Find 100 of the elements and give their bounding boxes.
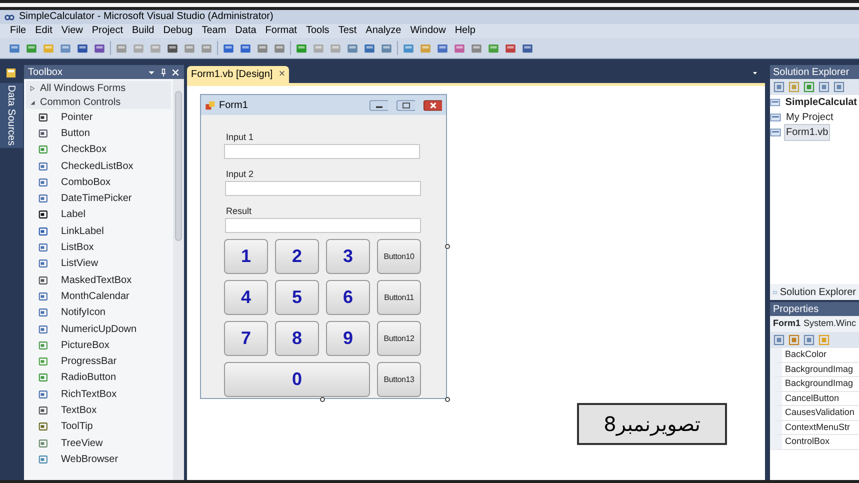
toolbar-icon bbox=[380, 42, 393, 54]
toolbox-item[interactable]: Label bbox=[61, 207, 86, 222]
toolbar-icon bbox=[222, 42, 235, 54]
property-name[interactable]: ContextMenuStr bbox=[782, 420, 850, 434]
property-name[interactable]: ControlBox bbox=[782, 435, 830, 448]
toolbar-icon bbox=[295, 42, 308, 54]
data-sources-tab[interactable]: Data Sources bbox=[0, 83, 22, 148]
property-name[interactable]: BackColor bbox=[782, 348, 827, 362]
toolbox-item[interactable]: CheckBox bbox=[61, 142, 107, 158]
file-icon bbox=[770, 112, 781, 123]
toolbox-item[interactable]: DateTimePicker bbox=[61, 191, 132, 206]
toolbox-item[interactable]: RichTextBox bbox=[61, 386, 117, 402]
property-name[interactable]: CancelButton bbox=[782, 392, 840, 405]
menu-item[interactable]: Test bbox=[338, 26, 357, 36]
menu-item[interactable]: Help bbox=[454, 26, 476, 36]
resize-handle[interactable] bbox=[445, 397, 450, 402]
property-name[interactable]: BackgroundImag bbox=[782, 362, 854, 376]
control-icon bbox=[38, 209, 49, 220]
calculator-button[interactable]: 0 bbox=[224, 362, 370, 397]
property-name[interactable]: BackgroundImag bbox=[782, 377, 854, 390]
property-name[interactable]: CausesValidation bbox=[782, 406, 854, 420]
text-input[interactable] bbox=[225, 218, 421, 233]
toolbar-icon bbox=[200, 42, 213, 54]
calculator-button[interactable]: 2 bbox=[275, 239, 319, 274]
menu-item[interactable]: Team bbox=[202, 26, 226, 36]
menu-item[interactable]: Build bbox=[132, 26, 154, 36]
menu-item[interactable]: Analyze bbox=[366, 26, 402, 36]
text-input[interactable] bbox=[225, 181, 421, 196]
toolbar-icon bbox=[419, 42, 432, 54]
toolbar-icon bbox=[59, 42, 72, 54]
text-input[interactable] bbox=[224, 144, 420, 159]
resize-handle[interactable] bbox=[445, 244, 450, 249]
expanded-arrow-icon bbox=[29, 98, 36, 106]
tree-item[interactable]: SimpleCalculat bbox=[783, 94, 859, 111]
menu-item[interactable]: Data bbox=[235, 26, 256, 36]
toolbox-item[interactable]: CheckedListBox bbox=[61, 158, 134, 174]
control-icon bbox=[38, 290, 49, 302]
toolbar-icon bbox=[149, 42, 162, 54]
toolbox-item[interactable]: ComboBox bbox=[61, 174, 110, 190]
calculator-button[interactable]: Button10 bbox=[377, 239, 421, 274]
toolbox-item[interactable]: PictureBox bbox=[61, 338, 110, 353]
toolbox-item[interactable]: ProgressBar bbox=[61, 354, 117, 370]
section-header[interactable]: Common Controls bbox=[26, 95, 171, 109]
control-icon bbox=[38, 421, 49, 432]
toolbox-item[interactable]: NumericUpDown bbox=[61, 322, 137, 336]
menu-item[interactable]: File bbox=[10, 26, 26, 36]
menu-item[interactable]: Format bbox=[265, 26, 297, 36]
control-icon bbox=[38, 388, 49, 400]
toolbar-icon bbox=[773, 334, 785, 346]
toolbar-icon bbox=[803, 81, 815, 93]
toolbar-icon bbox=[453, 42, 466, 54]
menu-item[interactable]: Project bbox=[92, 26, 123, 36]
calculator-button[interactable]: 4 bbox=[224, 280, 268, 315]
toolbox-item[interactable]: MonthCalendar bbox=[61, 288, 130, 304]
toolbox-item[interactable]: WebBrowser bbox=[61, 452, 118, 467]
toolbar-icon bbox=[402, 42, 415, 54]
menu-item[interactable]: Window bbox=[410, 26, 446, 36]
resize-handle[interactable] bbox=[320, 397, 325, 402]
calculator-button[interactable]: Button13 bbox=[377, 362, 421, 397]
toolbar-icon bbox=[346, 42, 359, 54]
scrollbar[interactable] bbox=[173, 79, 184, 480]
control-icon bbox=[38, 258, 49, 270]
section-header[interactable]: All Windows Forms bbox=[26, 81, 171, 95]
toolbox-item[interactable]: TextBox bbox=[61, 402, 97, 418]
toolbar-icon bbox=[818, 81, 830, 93]
calculator-button[interactable]: Button11 bbox=[377, 280, 421, 315]
form-window[interactable]: Form1 Input 1 Input 2 Result 1 2 3 Button10 4 5 6 Button11 7 8 9 Button12 0 Button13 bbox=[200, 94, 447, 399]
calculator-button[interactable]: 9 bbox=[326, 321, 370, 356]
close-icon[interactable]: × bbox=[278, 69, 286, 80]
toolbox-item[interactable]: ListBox bbox=[61, 240, 94, 256]
toolbox-item[interactable]: NotifyIcon bbox=[61, 305, 106, 320]
tree-item[interactable]: Form1.vb bbox=[784, 124, 830, 141]
toolbar-icon bbox=[521, 42, 534, 54]
toolbox-item[interactable]: ListView bbox=[61, 256, 98, 272]
calculator-button[interactable]: 3 bbox=[326, 239, 370, 274]
calculator-button[interactable]: 1 bbox=[224, 239, 268, 274]
calculator-button[interactable]: 8 bbox=[275, 321, 319, 356]
toolbox-item[interactable]: ToolTip bbox=[61, 419, 93, 434]
toolbox-item[interactable]: TreeView bbox=[61, 436, 103, 451]
toolbox-item[interactable]: MaskedTextBox bbox=[61, 272, 132, 288]
calculator-button[interactable]: Button12 bbox=[377, 321, 421, 356]
control-icon bbox=[38, 324, 49, 334]
toolbox-item[interactable]: Pointer bbox=[61, 110, 93, 125]
document-tab[interactable]: Form1.vb [Design] × bbox=[187, 66, 290, 83]
menu-item[interactable]: View bbox=[61, 26, 83, 36]
menu-item[interactable]: Edit bbox=[35, 26, 52, 36]
calculator-button[interactable]: 5 bbox=[275, 280, 319, 315]
menu-item[interactable]: Tools bbox=[306, 26, 330, 36]
tree-item[interactable]: My Project bbox=[784, 109, 836, 126]
toolbar-icon bbox=[312, 42, 325, 54]
calculator-button[interactable]: 7 bbox=[224, 321, 268, 356]
toolbox-item[interactable]: RadioButton bbox=[61, 370, 116, 386]
pin-icon bbox=[159, 68, 168, 76]
panel-tab[interactable]: Solution Explorer bbox=[770, 284, 859, 300]
menu-item[interactable]: Debug bbox=[163, 26, 193, 36]
calculator-button[interactable]: 6 bbox=[326, 280, 370, 315]
panel-title: Solution Explorer bbox=[770, 65, 859, 79]
toolbox-item[interactable]: Button bbox=[61, 126, 90, 141]
toolbox-item[interactable]: LinkLabel bbox=[61, 224, 104, 239]
toolbar-icon bbox=[239, 42, 252, 54]
